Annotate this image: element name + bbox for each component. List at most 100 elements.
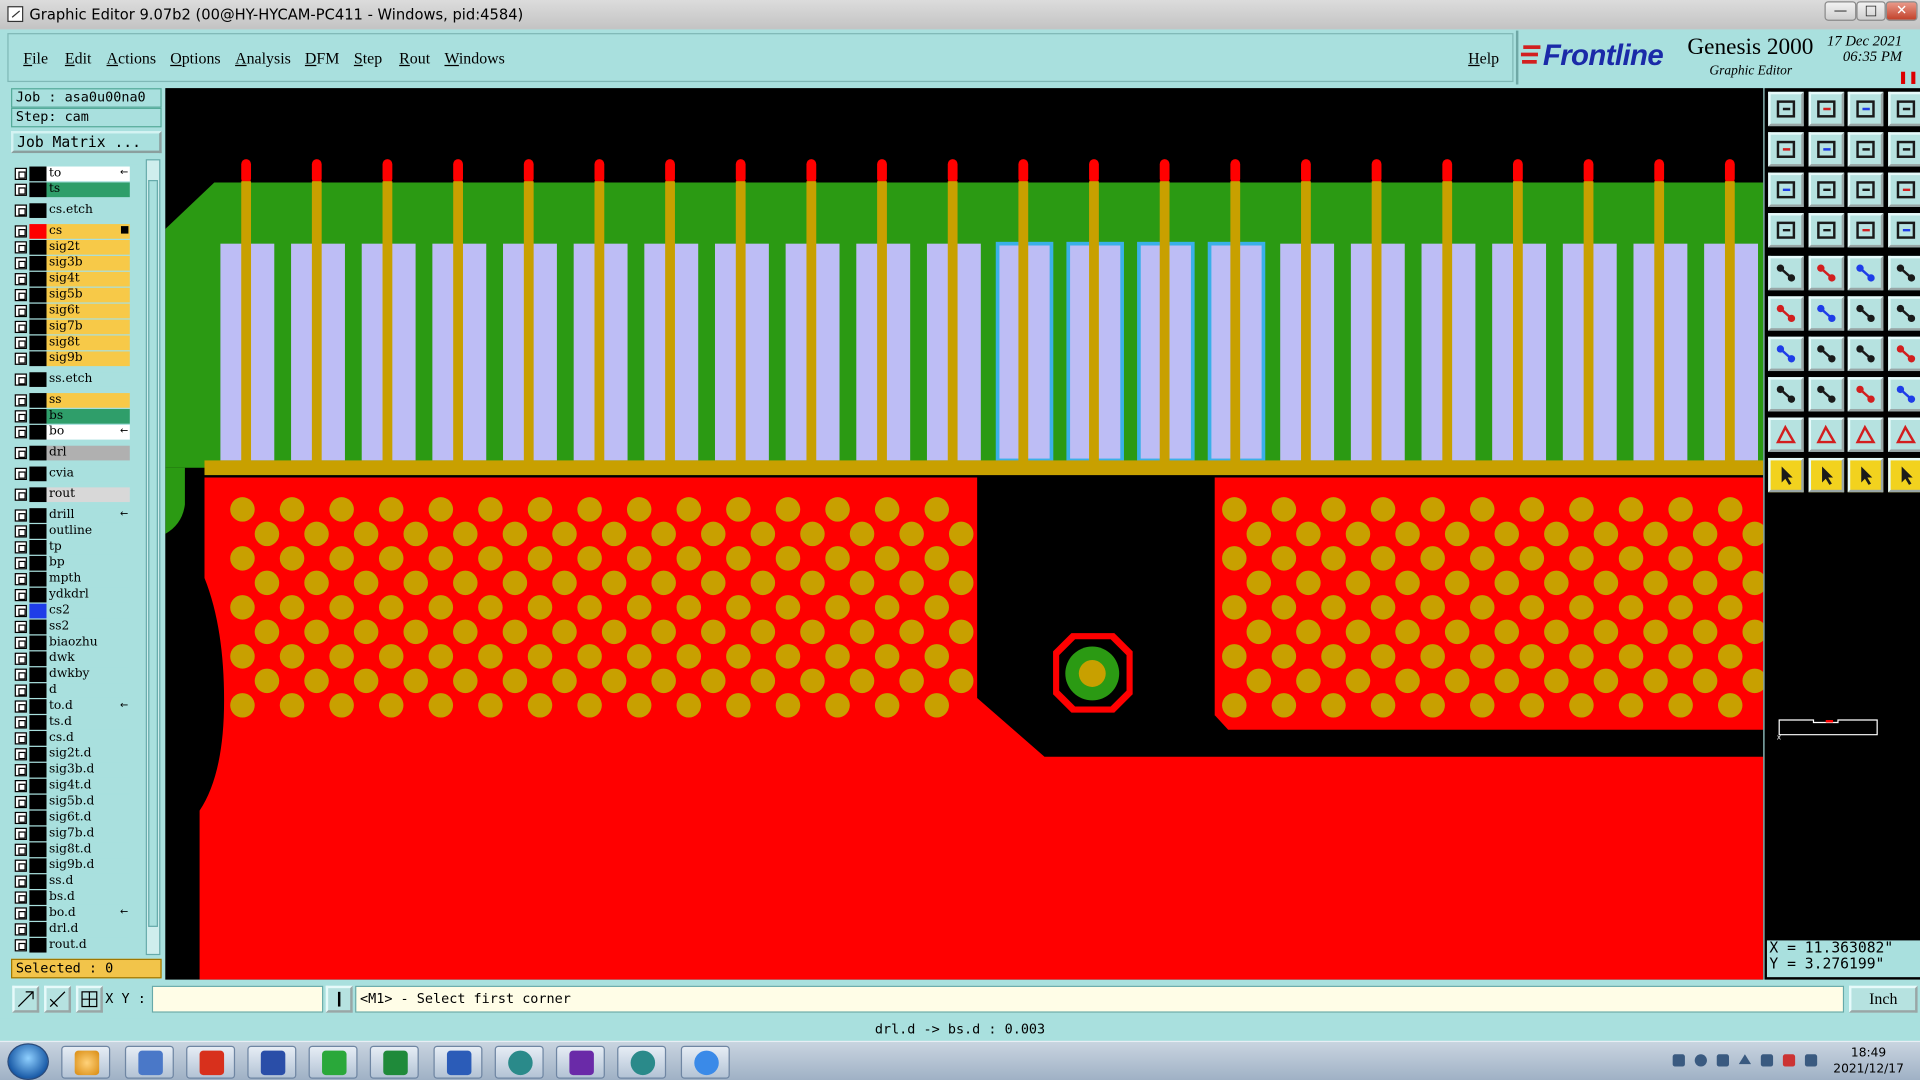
layer-color-swatch[interactable] [29,906,47,921]
layer-row-to-d[interactable]: to.d ← [12,699,139,714]
layer-name[interactable]: dwkby [46,667,130,683]
layer-color-swatch[interactable] [29,555,47,571]
layer-row-cs[interactable]: cs ■ [12,224,139,239]
layer-scrollbar[interactable] [145,159,161,956]
layer-color-swatch[interactable] [29,287,47,303]
layer-row-tp[interactable]: tp [12,540,139,555]
tray-help-icon[interactable] [1694,1054,1707,1067]
layer-color-swatch[interactable] [29,922,47,937]
layer-row-sig5b-d[interactable]: sig5b.d [12,794,139,810]
layer-row-drill[interactable]: drill ← [12,508,139,523]
overview-map[interactable]: x [1777,715,1880,740]
taskbar-shell-icon[interactable] [61,1045,111,1079]
layer-checkbox[interactable] [14,875,27,888]
layer-checkbox[interactable] [14,604,27,618]
fill-icon[interactable] [1887,336,1920,372]
layer-row-drl[interactable]: drl [12,445,139,461]
layer-name[interactable]: cs [46,224,130,239]
layer-row-sig9b-d[interactable]: sig9b.d [12,858,139,874]
pad-edit-icon[interactable] [1768,377,1804,412]
layer-color-swatch[interactable] [29,224,47,239]
layer-checkbox[interactable] [14,557,27,570]
menu-dfm[interactable]: DFM [305,49,340,69]
layer-name[interactable]: tp [46,540,130,555]
layer-row-sig3b[interactable]: sig3b [12,255,139,271]
layer-color-swatch[interactable] [29,826,47,842]
layer-name[interactable]: ydkdrl [46,587,130,603]
layer-row-bs[interactable]: bs [12,408,139,424]
layer-checkbox[interactable] [14,859,27,872]
triangle2-icon[interactable] [1807,417,1844,452]
layer-color-swatch[interactable] [29,746,47,762]
layer-row-sig4t-d[interactable]: sig4t.d [12,778,139,794]
step-right-icon[interactable] [1807,132,1844,167]
layer-row-mpth[interactable]: mpth [12,571,139,587]
select-arrow2-icon[interactable] [1807,457,1844,493]
layer-name[interactable]: sig5b.d [46,794,130,810]
layer-row-cs-etch[interactable]: cs.etch [12,203,139,218]
layer-row-sig9b[interactable]: sig9b [12,351,139,367]
net2-icon[interactable] [1887,213,1920,248]
layer-row-sig2t[interactable]: sig2t [12,240,139,255]
layer-name[interactable]: cs2 [46,603,130,619]
taskbar-green-app-icon[interactable] [308,1045,358,1079]
layer-name[interactable]: outline [46,524,130,539]
layer-row-dwkby[interactable]: dwkby [12,667,139,683]
draw-slope-icon[interactable] [1807,336,1844,372]
layer-name[interactable]: ss.d [46,874,130,889]
line-edit-icon[interactable] [1807,377,1844,412]
route-icon[interactable] [1887,457,1920,493]
points-icon[interactable] [1768,296,1804,331]
layer-checkbox[interactable] [14,636,27,649]
layer-color-swatch[interactable] [29,303,47,319]
layer-row-sig7b[interactable]: sig7b [12,319,139,335]
layer-color-swatch[interactable] [29,667,47,683]
layer-checkbox[interactable] [14,795,27,809]
layer-row-ss[interactable]: ss [12,393,139,408]
layer-checkbox[interactable] [14,907,27,920]
layer-row-sig8t[interactable]: sig8t [12,335,139,351]
layer-checkbox[interactable] [14,183,27,196]
triangle3-icon[interactable] [1847,417,1884,452]
layer-checkbox[interactable] [14,923,27,936]
menu-help[interactable]: Help [1468,49,1499,69]
layer-row-to[interactable]: to ← [12,166,139,182]
layer-row-ts[interactable]: ts [12,182,139,198]
layer-row-sig7b-d[interactable]: sig7b.d [12,826,139,842]
layer-name[interactable]: sig4t [46,271,130,287]
layer-row-cs-d[interactable]: cs.d [12,731,139,746]
menu-rout[interactable]: Rout [399,49,430,69]
measure-icon[interactable] [1768,213,1804,248]
layer-name[interactable]: ts.d [46,715,130,730]
layer-name[interactable]: sig8t.d [46,842,130,858]
help-icon[interactable] [1887,172,1920,207]
layer-checkbox[interactable] [14,716,27,729]
node-icon[interactable] [1847,296,1884,331]
zoom-fit-icon[interactable] [1768,172,1804,207]
layer-checkbox[interactable] [14,843,27,856]
layer-checkbox[interactable] [14,684,27,697]
taskbar-eye2-icon[interactable] [617,1045,667,1079]
menu-edit[interactable]: Edit [65,49,92,69]
tray-volume-icon[interactable] [1760,1054,1774,1067]
select-arrow-icon[interactable] [1768,457,1804,493]
layer-row-drl-d[interactable]: drl.d [12,922,139,937]
menu-file[interactable]: File [23,49,48,69]
job-matrix-button[interactable]: Job Matrix ... [11,131,162,154]
layer-checkbox[interactable] [14,748,27,761]
layer-checkbox[interactable] [14,573,27,586]
layer-color-swatch[interactable] [29,445,47,461]
layer-row-sig6t[interactable]: sig6t [12,303,139,319]
layer-name[interactable]: bo.d [46,906,130,921]
layer-row-bp[interactable]: bp [12,555,139,571]
layer-color-swatch[interactable] [29,571,47,587]
layer-checkbox[interactable] [14,620,27,634]
layer-row-sig4t[interactable]: sig4t [12,271,139,287]
layer-name[interactable]: sig8t [46,335,130,351]
layer-checkbox[interactable] [14,652,27,665]
layer-row-sig8t-d[interactable]: sig8t.d [12,842,139,858]
select-arrow3-icon[interactable] [1847,457,1884,493]
layer-name[interactable]: bs.d [46,890,130,905]
flip-icon[interactable] [1847,132,1884,167]
minimize-button[interactable]: — [1824,1,1857,21]
